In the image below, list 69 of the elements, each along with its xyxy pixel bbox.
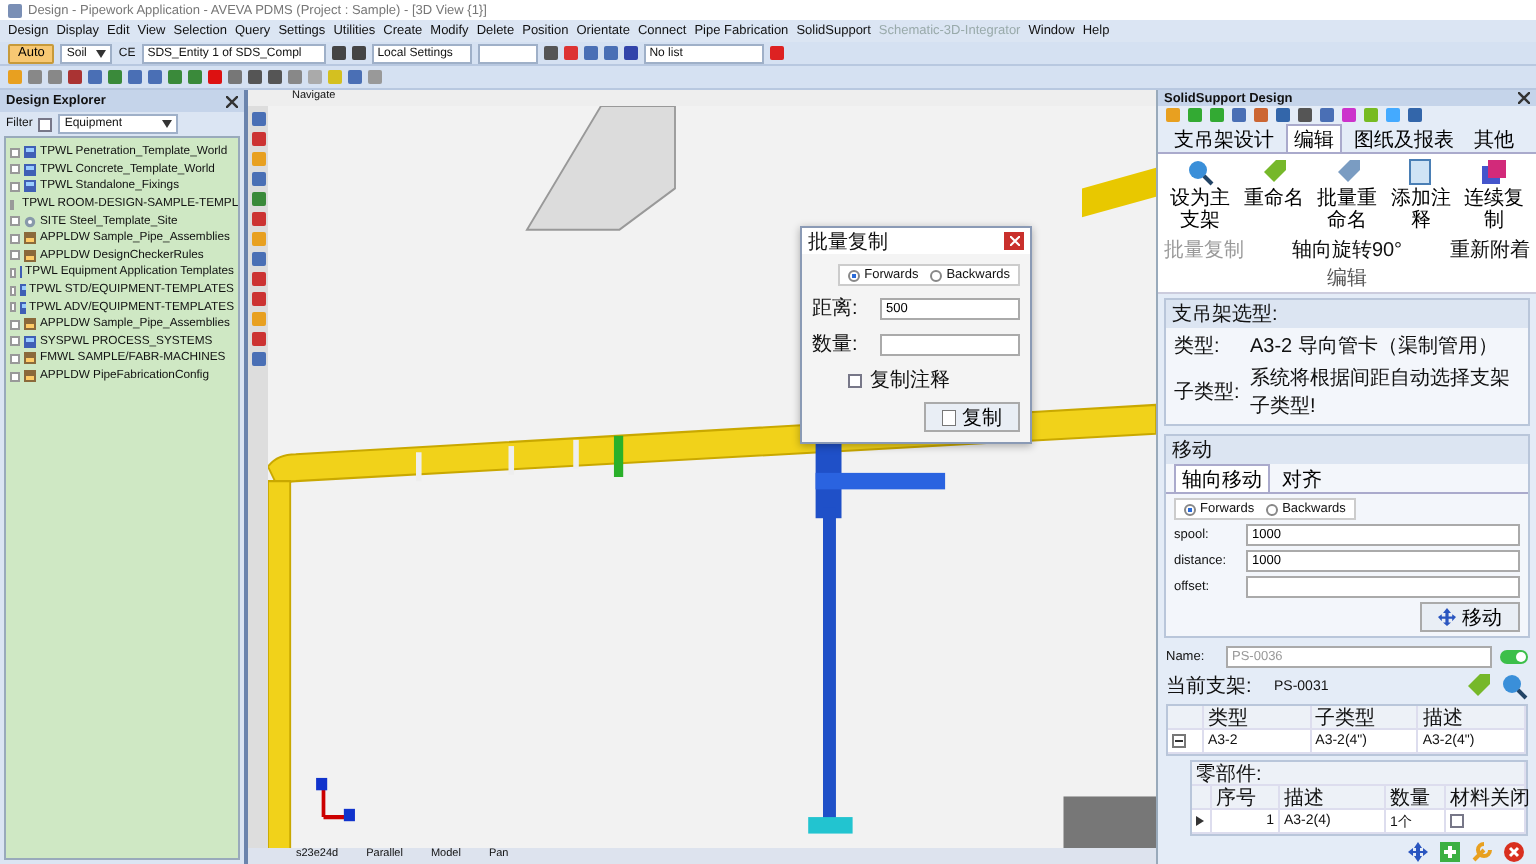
section-title: 支吊架选型:: [1166, 300, 1528, 329]
checkbox[interactable]: [848, 373, 862, 387]
close-icon: [1009, 236, 1019, 246]
ribbon-button[interactable]: 重新附着: [1450, 236, 1530, 265]
world-icon: [24, 335, 36, 348]
ribbon-button[interactable]: 重命名: [1237, 158, 1310, 233]
caret-icon: [96, 49, 107, 57]
tag-icon: [1333, 158, 1361, 187]
move-button[interactable]: 移动: [1420, 602, 1520, 633]
ribbon-button[interactable]: 设为主支架: [1164, 158, 1236, 233]
section-title: 移动: [1166, 436, 1528, 465]
field-label: 类型:: [1174, 333, 1222, 361]
axis-icon: [316, 777, 355, 822]
tab[interactable]: 支吊架设计: [1166, 124, 1282, 153]
note-icon: [1406, 158, 1435, 187]
plus-icon[interactable]: [1440, 842, 1460, 863]
group-label: 编辑: [1327, 265, 1367, 293]
move-icon: [1438, 608, 1456, 627]
column-header: 描述: [1418, 706, 1526, 731]
close-icon[interactable]: [226, 95, 238, 107]
collapse-icon[interactable]: [1172, 734, 1186, 749]
checkbox[interactable]: [1450, 814, 1464, 829]
column-header: 描述: [1280, 786, 1386, 811]
close-icon[interactable]: [1504, 842, 1524, 863]
field-label: 距离:: [812, 295, 860, 322]
column-header: 子类型: [1311, 706, 1419, 731]
tab[interactable]: 其他: [1466, 124, 1522, 153]
tab[interactable]: 对齐: [1274, 464, 1330, 493]
ribbon-button[interactable]: 连续复制: [1458, 158, 1530, 233]
subtype-hint: 系统将根据间距自动选择支架子类型!: [1250, 365, 1512, 421]
stacked-boxes-icon: [1480, 158, 1508, 187]
application-icon: [24, 318, 36, 331]
column-header: 材料关闭: [1446, 786, 1526, 811]
tab[interactable]: 图纸及报表: [1346, 124, 1462, 153]
gear-icon: [24, 215, 36, 228]
field-label: 子类型:: [1174, 379, 1242, 407]
close-icon[interactable]: [769, 46, 784, 60]
tag-icon: [1259, 158, 1288, 187]
ribbon-button[interactable]: 添加注释: [1384, 158, 1457, 233]
tab[interactable]: 编辑: [1286, 124, 1342, 153]
column-header: 数量: [1386, 786, 1446, 811]
wrench-icon[interactable]: [1472, 842, 1492, 863]
field-label: 当前支架:: [1166, 673, 1254, 701]
close-button[interactable]: [1004, 232, 1024, 250]
ribbon-button[interactable]: 批量重命名: [1311, 158, 1383, 233]
input-field[interactable]: [880, 333, 1020, 355]
caret-icon: [162, 120, 173, 128]
world-icon: [20, 284, 26, 297]
dialog-title: 批量复制: [808, 229, 888, 255]
tag-icon: [1464, 672, 1492, 701]
checkbox-label: 复制注释: [870, 367, 950, 394]
document-icon: [942, 409, 956, 425]
row-pointer-icon: [1196, 816, 1204, 827]
close-icon[interactable]: [1518, 92, 1530, 105]
world-icon: [20, 301, 26, 314]
column-header: 序号: [1212, 786, 1280, 811]
copy-button[interactable]: 复制: [924, 402, 1020, 432]
subtable-title: 零部件:: [1192, 762, 1526, 787]
filter-checkbox[interactable]: [38, 117, 53, 131]
app-icon: [8, 3, 22, 17]
search-icon: [1500, 672, 1528, 701]
ribbon-button[interactable]: 轴向旋转90°: [1291, 236, 1403, 265]
input-field[interactable]: [1246, 576, 1520, 599]
search-icon: [1186, 158, 1214, 187]
field-label: 数量:: [812, 332, 860, 358]
move-icon[interactable]: [1408, 842, 1428, 863]
column-header: 类型: [1204, 706, 1312, 731]
tab[interactable]: 轴向移动: [1174, 464, 1270, 493]
type-value: A3-2 导向管卡（渠制管用）: [1250, 333, 1498, 361]
